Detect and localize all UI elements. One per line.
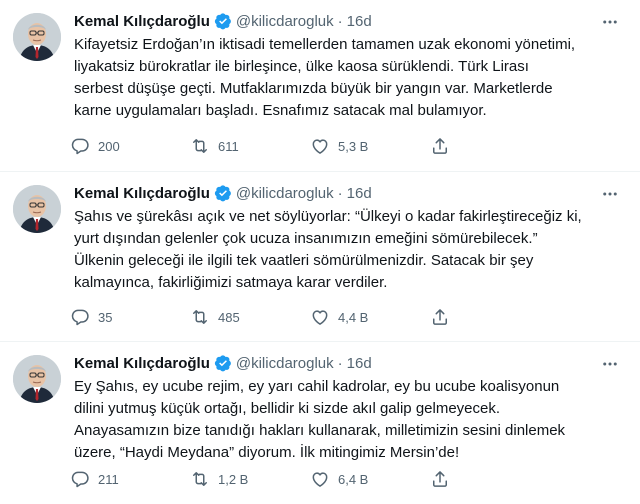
- tweet-time[interactable]: 16d: [347, 13, 372, 30]
- reply-count: 35: [98, 309, 113, 325]
- reply-button[interactable]: 200: [70, 136, 190, 156]
- retweet-button[interactable]: 611: [190, 136, 310, 156]
- author-handle[interactable]: @kilicdarogluk: [236, 185, 334, 202]
- author-name[interactable]: Kemal Kılıçdaroğlu: [74, 185, 210, 202]
- like-button[interactable]: 5,3 B: [310, 136, 430, 156]
- separator-dot: ·: [337, 184, 343, 202]
- separator-dot: ·: [337, 354, 343, 372]
- like-button[interactable]: 6,4 B: [310, 469, 430, 489]
- tweet-actions: 35 485 4,4 B: [70, 305, 540, 329]
- tweet-actions: 200 611 5,3 B: [70, 134, 540, 158]
- tweet-2[interactable]: Kemal Kılıçdaroğlu @kilicdarogluk · 16d …: [0, 172, 640, 342]
- heart-icon: [312, 310, 328, 325]
- more-icon[interactable]: [600, 184, 620, 204]
- like-count: 4,4 B: [338, 309, 369, 325]
- tweet-time[interactable]: 16d: [347, 355, 372, 372]
- verified-badge-icon: [214, 354, 232, 372]
- more-icon[interactable]: [600, 354, 620, 374]
- reply-button[interactable]: 211: [70, 469, 190, 489]
- more-icon[interactable]: [600, 12, 620, 32]
- reply-icon: [71, 471, 89, 488]
- verified-badge-icon: [214, 12, 232, 30]
- avatar[interactable]: [13, 185, 61, 233]
- tweet-actions: 211 1,2 B 6,4 B: [70, 467, 540, 491]
- retweet-button[interactable]: 1,2 B: [190, 469, 310, 489]
- author-name[interactable]: Kemal Kılıçdaroğlu: [74, 355, 210, 372]
- tweet-3[interactable]: Kemal Kılıçdaroğlu @kilicdarogluk · 16d …: [0, 342, 640, 504]
- share-icon: [433, 138, 447, 154]
- share-icon: [433, 309, 447, 325]
- retweet-icon: [193, 310, 207, 324]
- retweet-button[interactable]: 485: [190, 307, 310, 327]
- tweet-text: Ey Şahıs, ey ucube rejim, ey yarı cahil …: [74, 378, 566, 461]
- reply-button[interactable]: 35: [70, 307, 190, 327]
- tweet-time[interactable]: 16d: [347, 185, 372, 202]
- tweet-1[interactable]: Kemal Kılıçdaroğlu @kilicdarogluk · 16d …: [0, 0, 640, 172]
- heart-icon: [312, 139, 328, 154]
- like-count: 5,3 B: [338, 138, 369, 154]
- author-handle[interactable]: @kilicdarogluk: [236, 13, 334, 30]
- tweet-header: Kemal Kılıçdaroğlu @kilicdarogluk · 16d: [74, 352, 372, 374]
- avatar[interactable]: [13, 355, 61, 403]
- reply-icon: [71, 309, 89, 326]
- verified-badge-icon: [214, 184, 232, 202]
- share-icon: [433, 471, 447, 487]
- reply-icon: [71, 138, 89, 155]
- like-button[interactable]: 4,4 B: [310, 307, 430, 327]
- avatar[interactable]: [13, 13, 61, 61]
- retweet-count: 1,2 B: [218, 471, 249, 487]
- share-button[interactable]: [430, 136, 460, 156]
- like-count: 6,4 B: [338, 471, 369, 487]
- retweet-count: 611: [218, 138, 239, 154]
- tweet-header: Kemal Kılıçdaroğlu @kilicdarogluk · 16d: [74, 182, 372, 204]
- tweet-feed: Kemal Kılıçdaroğlu @kilicdarogluk · 16d …: [0, 0, 640, 504]
- tweet-header: Kemal Kılıçdaroğlu @kilicdarogluk · 16d: [74, 10, 372, 32]
- reply-count: 200: [98, 138, 120, 154]
- separator-dot: ·: [337, 12, 343, 30]
- retweet-icon: [193, 472, 207, 486]
- share-button[interactable]: [430, 469, 460, 489]
- retweet-count: 485: [218, 309, 240, 325]
- author-name[interactable]: Kemal Kılıçdaroğlu: [74, 13, 210, 30]
- author-handle[interactable]: @kilicdarogluk: [236, 355, 334, 372]
- share-button[interactable]: [430, 307, 460, 327]
- heart-icon: [312, 472, 328, 487]
- retweet-icon: [193, 139, 207, 153]
- reply-count: 211: [98, 471, 119, 487]
- tweet-text: Kifayetsiz Erdoğan’ın iktisadi temellerd…: [74, 36, 576, 119]
- tweet-text: Şahıs ve şürekâsı açık ve net söylüyorla…: [74, 208, 582, 291]
